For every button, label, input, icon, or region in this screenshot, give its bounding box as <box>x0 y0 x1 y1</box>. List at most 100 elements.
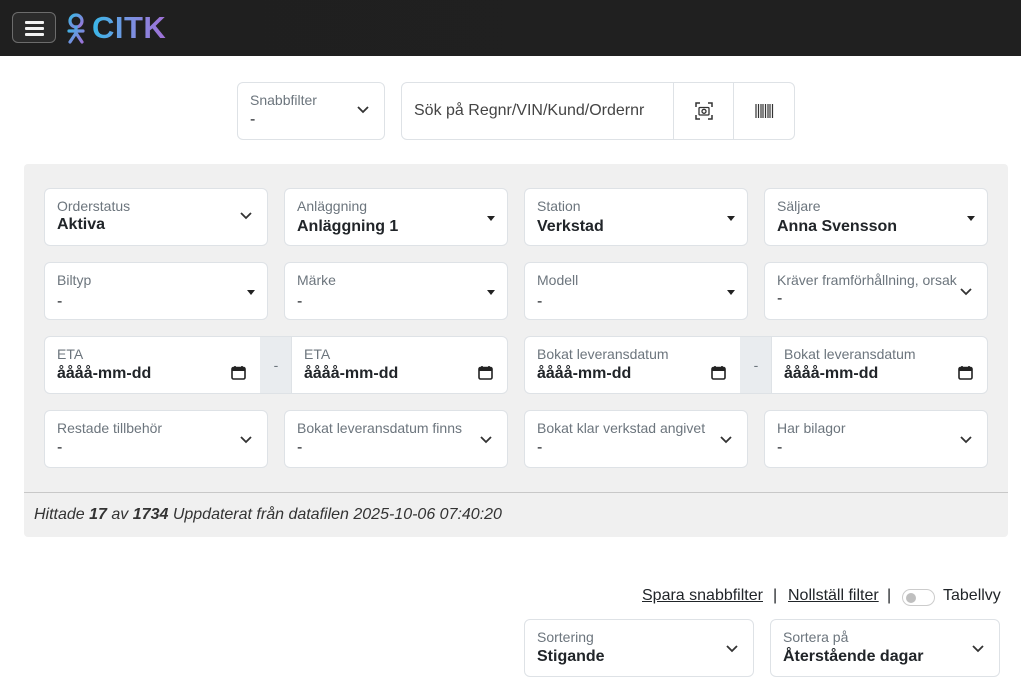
marke-label: Märke <box>297 272 336 288</box>
caret-down-icon <box>727 216 735 221</box>
calendar-icon[interactable] <box>231 365 246 380</box>
leverans-to-label: Bokat leveransdatum <box>784 346 916 362</box>
leverans-finns-value: - <box>297 439 303 456</box>
marke-select[interactable]: Märke - <box>284 262 508 320</box>
orderstatus-select[interactable]: Orderstatus Aktiva <box>44 188 268 246</box>
caret-down-icon <box>727 290 735 295</box>
save-quickfilter-link[interactable]: Spara snabbfilter <box>642 587 763 605</box>
leverans-from-date-input[interactable]: Bokat leveransdatum åååå-mm-dd <box>524 336 741 394</box>
klar-verkstad-label: Bokat klar verkstad angivet <box>537 420 706 436</box>
leverans-to-date-input[interactable]: Bokat leveransdatum åååå-mm-dd <box>771 336 988 394</box>
eta-to-value: åååå-mm-dd <box>304 365 399 382</box>
hamburger-icon <box>25 27 44 30</box>
framforhallning-select[interactable]: Kräver framförhållning, orsak - <box>764 262 988 320</box>
anlaggning-select[interactable]: Anläggning Anläggning 1 <box>284 188 508 246</box>
search-group: Sök på Regnr/VIN/Kund/Ordernr <box>401 82 795 140</box>
sort-order-label: Sortering <box>537 629 594 645</box>
klar-verkstad-select[interactable]: Bokat klar verkstad angivet - <box>524 410 748 468</box>
saljare-select[interactable]: Säljare Anna Svensson <box>764 188 988 246</box>
saljare-label: Säljare <box>777 198 821 214</box>
restade-label: Restade tillbehör <box>57 420 163 436</box>
marke-value: - <box>297 293 303 310</box>
eta-range-separator: - <box>260 336 292 394</box>
eta-from-date-input[interactable]: ETA åååå-mm-dd <box>44 336 261 394</box>
chevron-down-icon <box>357 106 369 114</box>
anlaggning-label: Anläggning <box>297 198 368 214</box>
saljare-value: Anna Svensson <box>777 218 898 235</box>
chevron-down-icon <box>720 436 732 444</box>
chevron-down-icon <box>960 436 972 444</box>
logo-figure-icon <box>67 13 85 44</box>
bilagor-value: - <box>777 439 783 456</box>
menu-button[interactable] <box>12 12 56 43</box>
table-view-label: Tabellvy <box>943 587 1001 604</box>
calendar-icon[interactable] <box>711 365 726 380</box>
calendar-icon[interactable] <box>958 365 973 380</box>
sort-by-value: Återstående dagar <box>783 648 924 665</box>
camera-scan-button[interactable] <box>673 83 733 139</box>
station-select[interactable]: Station Verkstad <box>524 188 748 246</box>
leverans-range-separator: - <box>740 336 772 394</box>
chevron-down-icon <box>960 288 972 296</box>
biltyp-select[interactable]: Biltyp - <box>44 262 268 320</box>
logo-text: CITK <box>92 10 167 45</box>
quickfilter-label: Snabbfilter <box>250 92 317 108</box>
hamburger-icon <box>25 33 44 36</box>
leverans-finns-label: Bokat leveransdatum finns <box>297 420 462 436</box>
barcode-scan-button[interactable] <box>733 83 795 139</box>
toggle-knob <box>906 593 916 603</box>
chevron-down-icon <box>972 645 984 653</box>
search-input[interactable]: Sök på Regnr/VIN/Kund/Ordernr <box>414 102 644 120</box>
result-total-count: 1734 <box>132 506 169 523</box>
reset-filter-link[interactable]: Nollställ filter <box>788 587 879 605</box>
eta-from-label: ETA <box>57 346 84 362</box>
modell-select[interactable]: Modell - <box>524 262 748 320</box>
sort-by-label: Sortera på <box>783 629 849 645</box>
table-view-toggle[interactable] <box>902 589 935 606</box>
leverans-from-label: Bokat leveransdatum <box>537 346 669 362</box>
camera-scan-icon <box>695 102 713 120</box>
station-value: Verkstad <box>537 218 604 235</box>
chevron-down-icon <box>240 436 252 444</box>
caret-down-icon <box>487 290 495 295</box>
quickfilter-value: - <box>250 111 256 128</box>
station-label: Station <box>537 198 581 214</box>
result-summary: Hittade 17 av 1734 Uppdaterat från dataf… <box>24 492 1008 537</box>
result-found-count: 17 <box>89 506 107 523</box>
leverans-to-value: åååå-mm-dd <box>784 365 879 382</box>
caret-down-icon <box>967 216 975 221</box>
bilagor-label: Har bilagor <box>777 420 846 436</box>
caret-down-icon <box>487 216 495 221</box>
chevron-down-icon <box>726 645 738 653</box>
orderstatus-value: Aktiva <box>57 216 106 233</box>
sort-by-select[interactable]: Sortera på Återstående dagar <box>770 619 1000 677</box>
top-navbar: CITK <box>0 0 1021 56</box>
result-prefix: Hittade <box>34 506 85 523</box>
eta-to-date-input[interactable]: ETA åååå-mm-dd <box>291 336 508 394</box>
leverans-from-value: åååå-mm-dd <box>537 365 632 382</box>
eta-to-label: ETA <box>304 346 331 362</box>
restade-select[interactable]: Restade tillbehör - <box>44 410 268 468</box>
modell-label: Modell <box>537 272 579 288</box>
biltyp-value: - <box>57 293 63 310</box>
caret-down-icon <box>247 290 255 295</box>
restade-value: - <box>57 439 63 456</box>
framforhallning-label: Kräver framförhållning, orsak <box>777 272 957 288</box>
chevron-down-icon <box>240 212 252 220</box>
hamburger-icon <box>25 21 44 24</box>
barcode-icon <box>755 104 774 118</box>
quickfilter-select[interactable]: Snabbfilter - <box>237 82 385 140</box>
action-separator: | <box>773 587 778 604</box>
leverans-finns-select[interactable]: Bokat leveransdatum finns - <box>284 410 508 468</box>
bilagor-select[interactable]: Har bilagor - <box>764 410 988 468</box>
anlaggning-value: Anläggning 1 <box>297 218 399 235</box>
result-updated-text: Uppdaterat från datafilen 2025-10-06 07:… <box>172 506 502 523</box>
orderstatus-label: Orderstatus <box>57 198 131 214</box>
eta-from-value: åååå-mm-dd <box>57 365 152 382</box>
modell-value: - <box>537 293 543 310</box>
sort-order-select[interactable]: Sortering Stigande <box>524 619 754 677</box>
calendar-icon[interactable] <box>478 365 493 380</box>
result-of: av <box>111 506 129 523</box>
logo[interactable]: CITK <box>66 10 167 45</box>
framforhallning-value: - <box>777 290 783 307</box>
